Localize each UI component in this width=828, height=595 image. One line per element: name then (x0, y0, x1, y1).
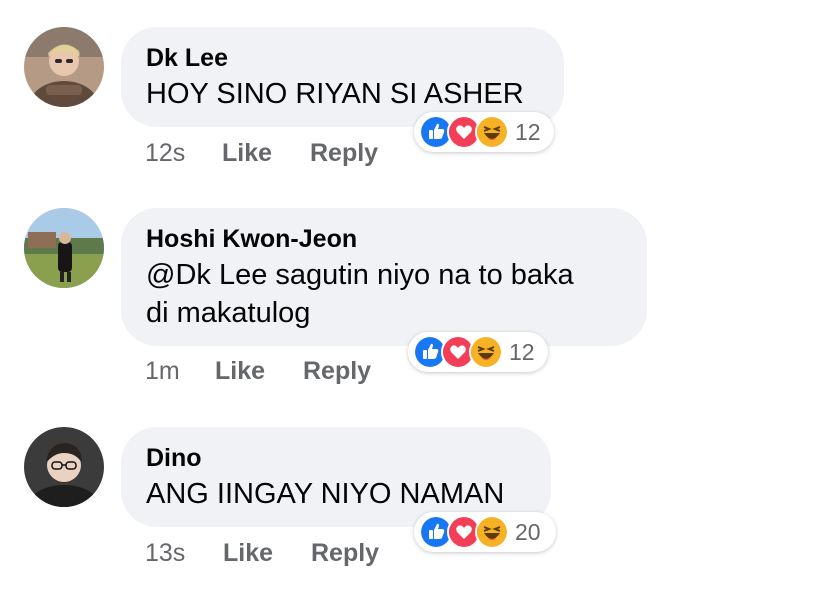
comment-text-line-2: di makatulog (146, 297, 311, 329)
reaction-summary[interactable]: 20 (414, 512, 556, 552)
avatar-hoshi-kwon-jeon[interactable] (24, 208, 104, 288)
reaction-count: 12 (509, 338, 535, 365)
avatar-dino[interactable] (24, 427, 104, 507)
reply-button[interactable]: Reply (311, 539, 379, 568)
comment-text: ANG IINGAY NIYO NAMAN (146, 478, 505, 510)
reaction-count: 12 (515, 118, 541, 145)
reaction-count: 20 (515, 518, 541, 545)
comment-author[interactable]: Dino (146, 441, 525, 475)
comment-timestamp[interactable]: 13s (145, 539, 185, 568)
comment-bubble: Hoshi Kwon-Jeon @Dk Lee sagutin niyo na … (121, 208, 647, 346)
reaction-summary[interactable]: 12 (408, 332, 548, 372)
reply-button[interactable]: Reply (303, 357, 371, 386)
reaction-summary[interactable]: 12 (414, 112, 554, 152)
like-button[interactable]: Like (223, 539, 273, 568)
comment-timestamp[interactable]: 12s (145, 139, 185, 168)
comment-text: HOY SINO RIYAN SI ASHER (146, 78, 524, 110)
comment-timestamp[interactable]: 1m (145, 357, 180, 386)
reply-button[interactable]: Reply (310, 139, 378, 168)
avatar-dino-image (24, 427, 104, 507)
avatar-dk-lee[interactable] (24, 27, 104, 107)
like-button[interactable]: Like (215, 357, 265, 386)
avatar-hoshi-kwon-jeon-image (24, 208, 104, 288)
haha-icon (469, 335, 503, 369)
comment-author[interactable]: Hoshi Kwon-Jeon (146, 222, 621, 256)
haha-icon (475, 515, 509, 549)
like-button[interactable]: Like (222, 139, 272, 168)
haha-icon (475, 115, 509, 149)
comment-text-line-1: @Dk Lee sagutin niyo na to baka (146, 259, 574, 291)
comment-author[interactable]: Dk Lee (146, 41, 538, 75)
avatar-dk-lee-image (24, 27, 104, 107)
